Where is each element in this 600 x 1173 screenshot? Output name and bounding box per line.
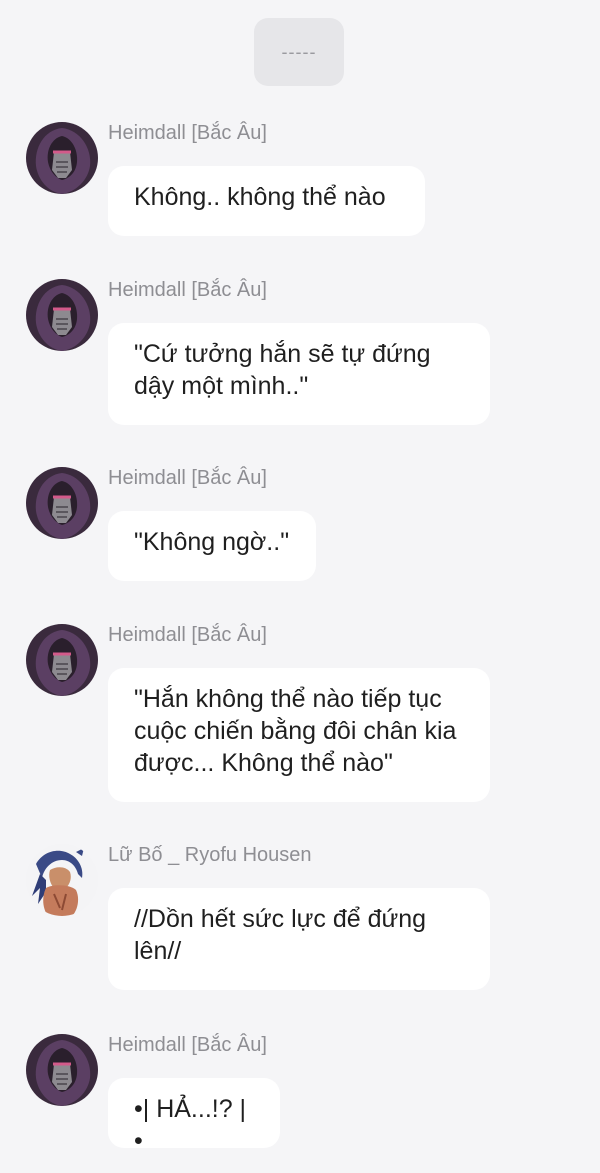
message-item: Lữ Bố _ Ryofu Housen //Dồn hết sức lực đ… xyxy=(0,844,600,994)
message-text: •| HẢ...!? |• xyxy=(134,1095,247,1155)
sender-name: Heimdall [Bắc Âu] xyxy=(108,624,267,646)
message-bubble[interactable]: •| HẢ...!? |• xyxy=(108,1078,280,1155)
message-item: Heimdall [Bắc Âu] Không.. không thể nào xyxy=(0,122,600,242)
message-text: "Cứ tưởng hắn sẽ tự đứng dậy một mình.." xyxy=(134,340,431,400)
message-text: "Không ngờ.." xyxy=(134,528,290,556)
message-item: Heimdall [Bắc Âu] •| HẢ...!? |• xyxy=(0,1034,600,1155)
message-bubble[interactable]: "Cứ tưởng hắn sẽ tự đứng dậy một mình.." xyxy=(108,323,490,425)
heimdall-avatar[interactable] xyxy=(26,1034,98,1106)
sender-name: Lữ Bố _ Ryofu Housen xyxy=(108,844,312,866)
heimdall-avatar[interactable] xyxy=(26,467,98,539)
message-text: //Dồn hết sức lực để đứng lên// xyxy=(134,905,427,965)
heimdall-avatar[interactable] xyxy=(26,279,98,351)
sender-name: Heimdall [Bắc Âu] xyxy=(108,1034,267,1056)
sender-name: Heimdall [Bắc Âu] xyxy=(108,122,267,144)
message-bubble[interactable]: //Dồn hết sức lực để đứng lên// xyxy=(108,888,490,990)
sender-name: Heimdall [Bắc Âu] xyxy=(108,279,267,301)
time-divider: ----- xyxy=(254,18,344,86)
message-item: Heimdall [Bắc Âu] "Không ngờ.." xyxy=(0,467,600,587)
heimdall-avatar[interactable] xyxy=(26,624,98,696)
message-text: "Hắn không thể nào tiếp tục cuộc chiến b… xyxy=(134,685,457,777)
message-bubble[interactable]: "Hắn không thể nào tiếp tục cuộc chiến b… xyxy=(108,668,490,802)
heimdall-avatar[interactable] xyxy=(26,122,98,194)
message-item: Heimdall [Bắc Âu] "Cứ tưởng hắn sẽ tự đứ… xyxy=(0,279,600,429)
message-bubble[interactable]: Không.. không thể nào xyxy=(108,166,425,236)
time-divider-label: ----- xyxy=(281,41,317,62)
ryofu-avatar[interactable] xyxy=(26,844,98,916)
message-item: Heimdall [Bắc Âu] "Hắn không thể nào tiế… xyxy=(0,624,600,804)
message-text: Không.. không thể nào xyxy=(134,183,386,211)
message-bubble[interactable]: "Không ngờ.." xyxy=(108,511,316,581)
sender-name: Heimdall [Bắc Âu] xyxy=(108,467,267,489)
